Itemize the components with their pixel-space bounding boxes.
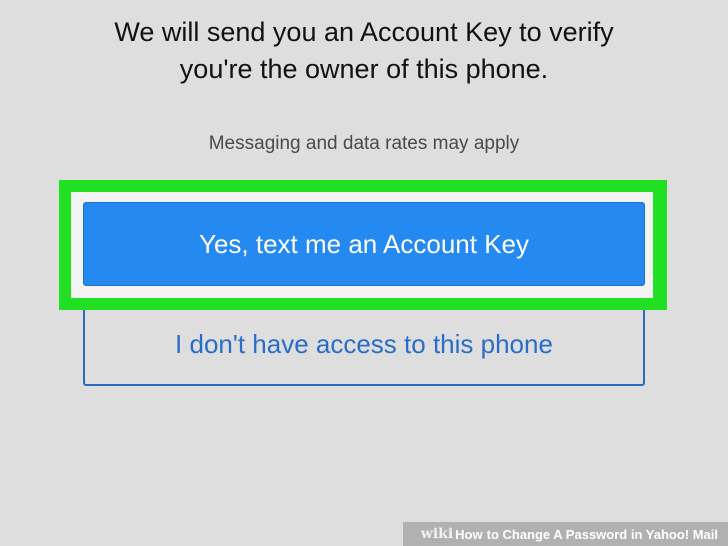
wiki-logo: wiki <box>420 526 454 542</box>
verification-screen: We will send you an Account Key to verif… <box>0 0 728 546</box>
account-key-message: We will send you an Account Key to verif… <box>114 17 614 84</box>
no-phone-access-button[interactable]: I don't have access to this phone <box>83 310 645 386</box>
watermark-title: to Change A Password in Yahoo! Mail <box>486 526 718 542</box>
rates-disclaimer: Messaging and data rates may apply <box>208 133 520 154</box>
watermark-how: How <box>455 526 483 542</box>
text-account-key-button[interactable]: Yes, text me an Account Key <box>83 202 645 286</box>
wikihow-watermark: wiki How to Change A Password in Yahoo! … <box>403 522 728 546</box>
